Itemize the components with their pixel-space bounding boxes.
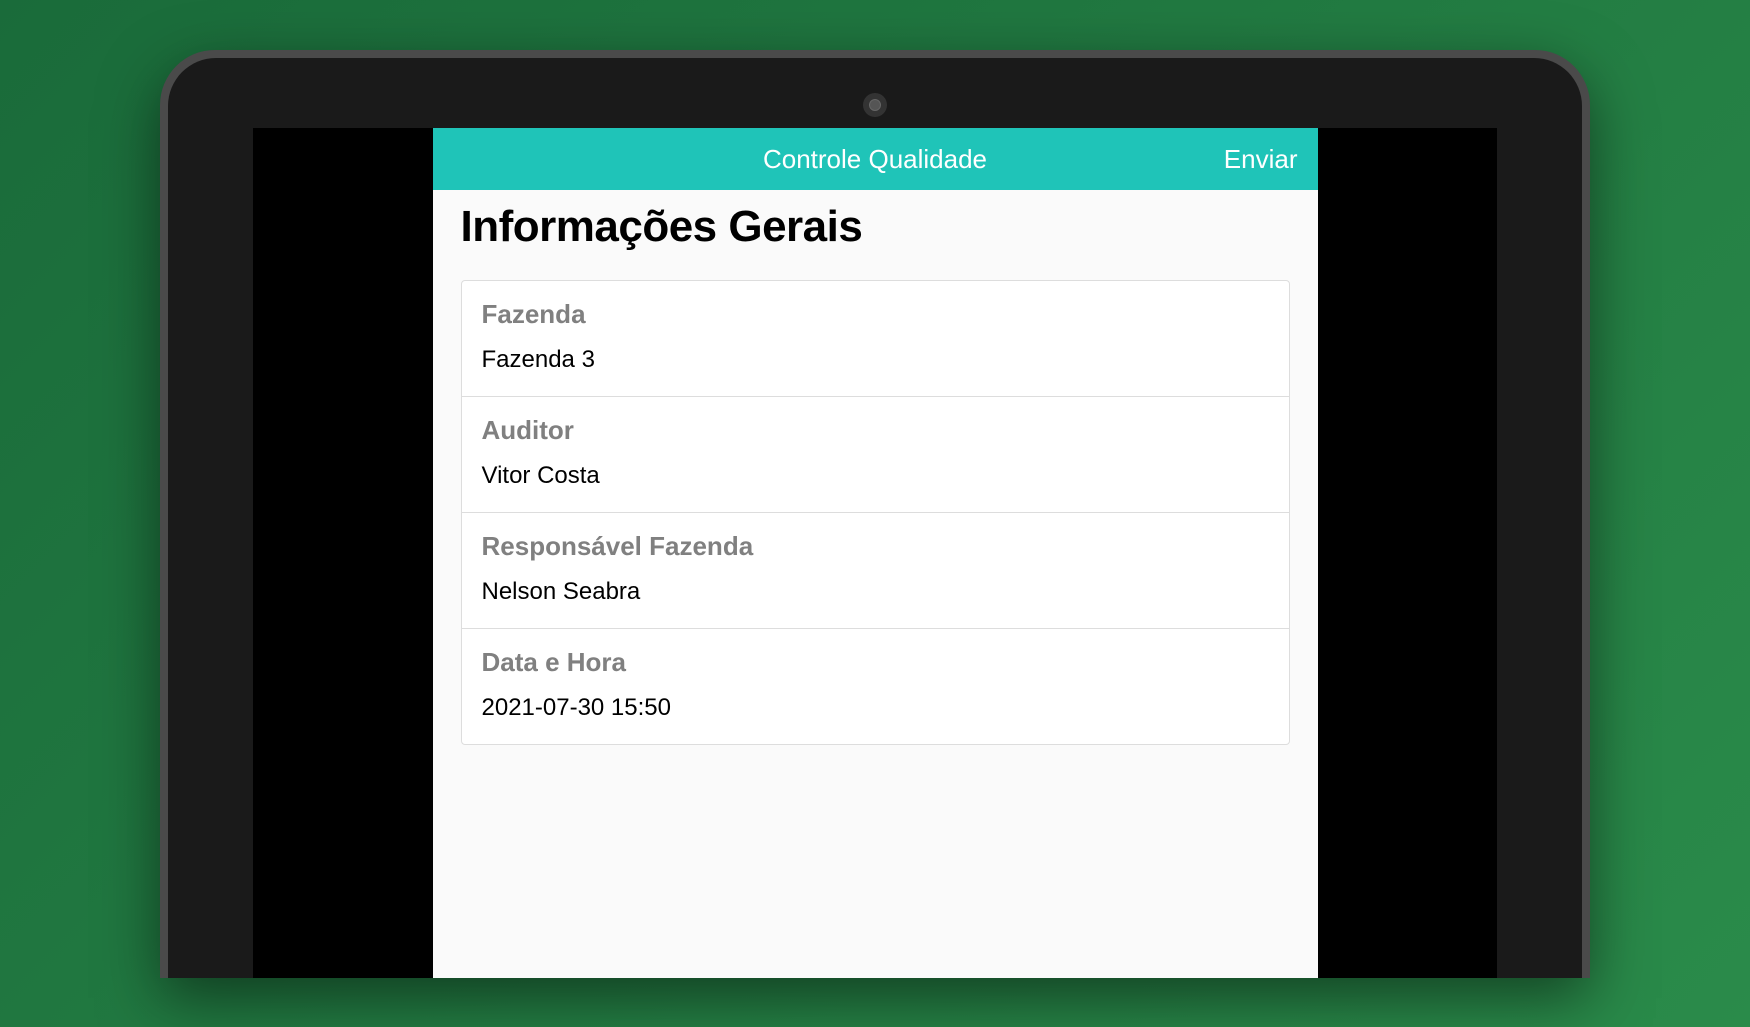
tablet-screen: Controle Qualidade Enviar Informações Ge… <box>253 128 1497 978</box>
form-card: Fazenda Fazenda 3 Auditor Vitor Costa Re… <box>461 280 1290 745</box>
field-auditor[interactable]: Auditor Vitor Costa <box>462 397 1289 513</box>
field-value: Fazenda 3 <box>482 346 1269 374</box>
field-data-hora[interactable]: Data e Hora 2021-07-30 15:50 <box>462 629 1289 744</box>
field-label: Auditor <box>482 415 1269 446</box>
tablet-device-frame: Controle Qualidade Enviar Informações Ge… <box>160 50 1590 978</box>
page-title: Informações Gerais <box>461 202 1290 252</box>
app-title: Controle Qualidade <box>763 144 987 175</box>
send-button[interactable]: Enviar <box>1224 144 1298 175</box>
app-header: Controle Qualidade Enviar <box>433 128 1318 190</box>
app-viewport: Controle Qualidade Enviar Informações Ge… <box>433 128 1318 978</box>
tablet-camera <box>863 93 887 117</box>
field-value: Nelson Seabra <box>482 578 1269 606</box>
page-content: Informações Gerais Fazenda Fazenda 3 Aud… <box>433 190 1318 745</box>
tablet-bezel: Controle Qualidade Enviar Informações Ge… <box>168 58 1582 978</box>
field-value: 2021-07-30 15:50 <box>482 694 1269 722</box>
field-label: Responsável Fazenda <box>482 531 1269 562</box>
field-fazenda[interactable]: Fazenda Fazenda 3 <box>462 281 1289 397</box>
field-label: Fazenda <box>482 299 1269 330</box>
field-label: Data e Hora <box>482 647 1269 678</box>
camera-lens-icon <box>869 99 881 111</box>
field-value: Vitor Costa <box>482 462 1269 490</box>
field-responsavel[interactable]: Responsável Fazenda Nelson Seabra <box>462 513 1289 629</box>
